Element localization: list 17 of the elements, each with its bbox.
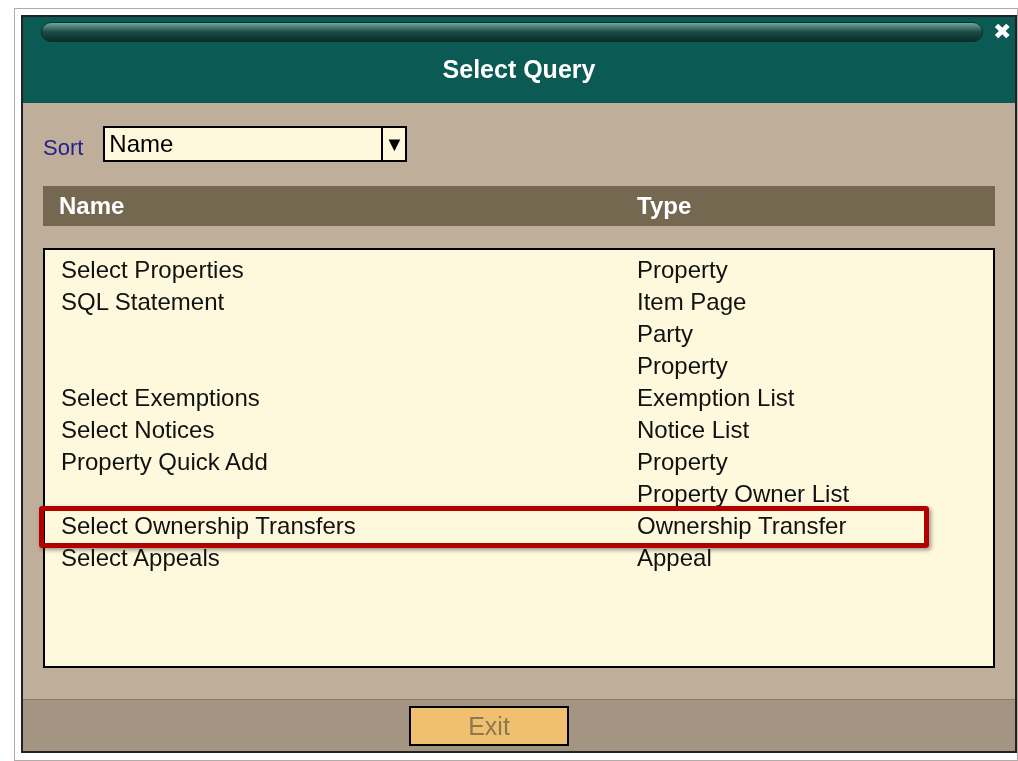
sort-dropdown[interactable]: Name ▼ — [103, 125, 408, 162]
query-type: Exemption List — [637, 383, 795, 413]
window-title: Select Query — [441, 54, 597, 85]
query-type: Notice List — [637, 415, 750, 445]
query-type: Property — [637, 255, 728, 285]
query-type: Party — [637, 319, 693, 349]
title-bar-handle[interactable] — [41, 22, 983, 42]
query-type: Property Owner List — [637, 479, 850, 509]
column-header: Type — [637, 191, 692, 221]
sort-label: Sort — [43, 134, 84, 162]
query-type: Property — [637, 351, 728, 381]
query-type: Appeal — [637, 543, 712, 573]
column-header: Name — [58, 191, 126, 221]
close-button[interactable]: ✖ — [991, 21, 1013, 43]
query-type: Property — [637, 447, 728, 477]
query-type: Item Page — [637, 287, 747, 317]
query-type: Ownership Transfer — [637, 511, 847, 541]
